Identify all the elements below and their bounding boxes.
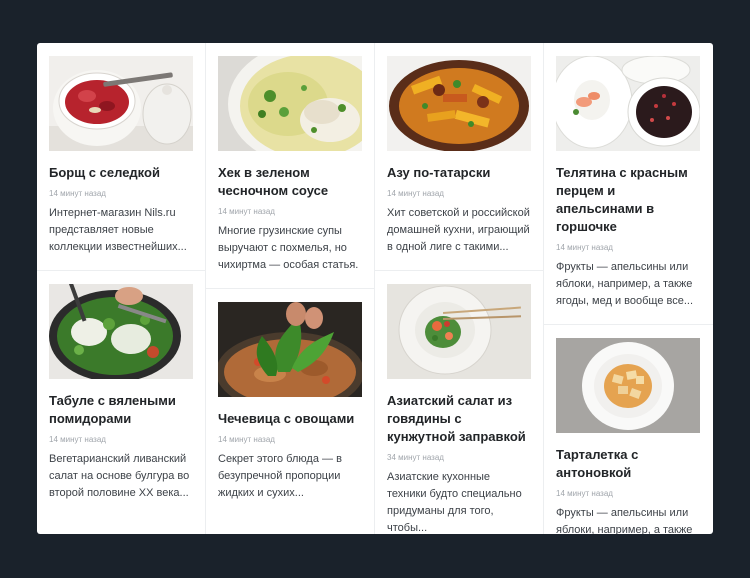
- recipe-image-azu[interactable]: [387, 56, 531, 151]
- recipe-title[interactable]: Табуле с вялеными помидорами: [49, 392, 193, 428]
- recipe-timestamp: 14 минут назад: [49, 189, 106, 198]
- recipe-card[interactable]: Тарталетка с антоновкой 14 минут назад Ф…: [544, 325, 713, 534]
- recipe-title[interactable]: Тарталетка с антоновкой: [556, 446, 701, 482]
- tabbouleh-pan-icon: [49, 284, 193, 379]
- recipe-timestamp: 34 минут назад: [387, 453, 444, 462]
- recipe-image-borscht[interactable]: [49, 56, 193, 151]
- recipe-timestamp: 14 минут назад: [387, 189, 444, 198]
- lentil-pan-icon: [218, 302, 362, 397]
- recipe-card[interactable]: Борщ с селедкой 14 минут назад Интернет-…: [37, 43, 205, 271]
- recipe-title[interactable]: Азиатский салат из говядины с кунжутной …: [387, 392, 531, 446]
- recipe-description: Азиатские кухонные техники будто специал…: [387, 471, 522, 534]
- recipe-image-veal[interactable]: [556, 56, 700, 151]
- asian-salad-icon: [387, 284, 531, 379]
- feed-column-3: Азу по-татарски 14 минут назад Хит совет…: [375, 43, 544, 534]
- recipe-card[interactable]: Табуле с вялеными помидорами 14 минут на…: [37, 271, 205, 516]
- recipe-description: Хит советской и российской домашней кухн…: [387, 207, 530, 253]
- recipe-card[interactable]: Азу по-татарски 14 минут назад Хит совет…: [375, 43, 543, 271]
- recipe-image-tart[interactable]: [556, 338, 700, 433]
- borscht-bowl-icon: [49, 56, 193, 151]
- feed-column-2: Хек в зеленом чесночном соусе 14 минут н…: [206, 43, 375, 534]
- veal-pot-icon: [556, 56, 700, 151]
- recipe-image-tabbouleh[interactable]: [49, 284, 193, 379]
- recipe-description: Фрукты — апельсины или яблоки, например,…: [556, 507, 693, 534]
- recipe-feed-panel: Борщ с селедкой 14 минут назад Интернет-…: [37, 43, 713, 534]
- recipe-timestamp: 14 минут назад: [218, 435, 275, 444]
- feed-column-1: Борщ с селедкой 14 минут назад Интернет-…: [37, 43, 206, 534]
- recipe-card[interactable]: Азиатский салат из говядины с кунжутной …: [375, 271, 543, 534]
- recipe-image-lentils[interactable]: [218, 302, 362, 397]
- recipe-timestamp: 14 минут назад: [556, 489, 613, 498]
- recipe-description: Секрет этого блюда — в безупречной пропо…: [218, 453, 342, 499]
- recipe-image-asian-salad[interactable]: [387, 284, 531, 379]
- recipe-title[interactable]: Азу по-татарски: [387, 164, 531, 182]
- feed-column-4: Телятина с красным перцем и апельсинами …: [544, 43, 713, 534]
- recipe-description: Интернет-магазин Nils.ru представляет но…: [49, 207, 187, 253]
- recipe-description: Вегетарианский ливанский салат на основе…: [49, 453, 190, 499]
- fish-soup-icon: [218, 56, 362, 151]
- recipe-timestamp: 14 минут назад: [556, 243, 613, 252]
- recipe-title[interactable]: Хек в зеленом чесночном соусе: [218, 164, 362, 200]
- recipe-card[interactable]: Чечевица с овощами 14 минут назад Секрет…: [206, 289, 374, 516]
- recipe-image-hake[interactable]: [218, 56, 362, 151]
- recipe-title[interactable]: Борщ с селедкой: [49, 164, 193, 182]
- azu-stew-icon: [387, 56, 531, 151]
- recipe-title[interactable]: Телятина с красным перцем и апельсинами …: [556, 164, 701, 236]
- recipe-description: Фрукты — апельсины или яблоки, например,…: [556, 261, 694, 307]
- recipe-card[interactable]: Хек в зеленом чесночном соусе 14 минут н…: [206, 43, 374, 289]
- tart-plate-icon: [556, 338, 700, 433]
- recipe-card[interactable]: Телятина с красным перцем и апельсинами …: [544, 43, 713, 325]
- recipe-description: Многие грузинские супы выручают с похмел…: [218, 225, 359, 271]
- recipe-timestamp: 14 минут назад: [218, 207, 275, 216]
- recipe-title[interactable]: Чечевица с овощами: [218, 410, 362, 428]
- recipe-timestamp: 14 минут назад: [49, 435, 106, 444]
